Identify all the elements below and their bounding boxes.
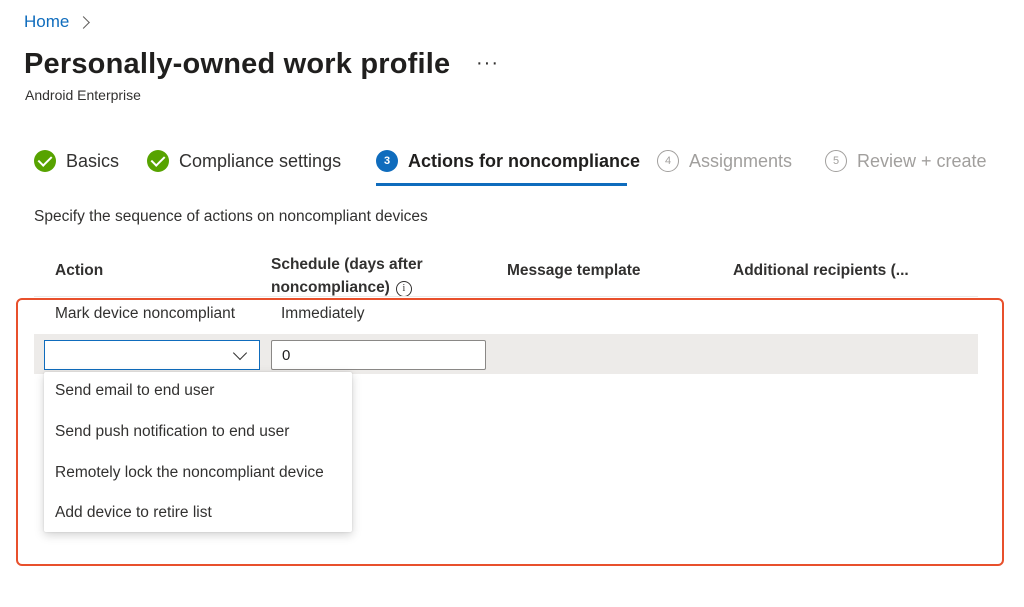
column-header-schedule: Schedule (days after noncompliance) i xyxy=(271,253,423,299)
checkmark-icon xyxy=(147,150,169,172)
step-number-badge: 5 xyxy=(825,150,847,172)
breadcrumb: Home xyxy=(24,12,91,32)
page-subtitle: Android Enterprise xyxy=(25,87,141,103)
step-number-badge: 3 xyxy=(376,150,398,172)
checkmark-icon xyxy=(34,150,56,172)
step-label: Basics xyxy=(66,150,120,171)
column-header-schedule-line1: Schedule (days after xyxy=(271,256,423,273)
step-actions-for-noncompliance[interactable]: 3 Actions for noncompliance xyxy=(376,150,640,172)
page-title: Personally-owned work profile xyxy=(24,48,451,80)
step-label: Actions for noncompliance xyxy=(408,150,641,171)
step-number-badge: 4 xyxy=(657,150,679,172)
step-assignments[interactable]: 4 Assignments xyxy=(657,150,792,172)
step-label: Assignments xyxy=(689,150,793,171)
more-options-button[interactable]: ··· xyxy=(476,52,499,75)
breadcrumb-home-link[interactable]: Home xyxy=(24,12,69,32)
step-review-create[interactable]: 5 Review + create xyxy=(825,150,987,172)
wizard-steps: Basics Compliance settings 3 Actions for… xyxy=(34,150,994,190)
info-icon[interactable]: i xyxy=(395,280,412,297)
step-label: Compliance settings xyxy=(179,150,342,171)
active-step-underline xyxy=(376,183,627,186)
header-divider xyxy=(34,296,978,297)
column-header-message-template: Message template xyxy=(507,262,641,279)
column-header-action: Action xyxy=(55,262,104,279)
highlight-annotation-box xyxy=(16,298,1004,566)
step-basics[interactable]: Basics xyxy=(34,150,119,172)
chevron-right-icon xyxy=(77,16,91,29)
step-label: Review + create xyxy=(857,150,987,171)
step-compliance-settings[interactable]: Compliance settings xyxy=(147,150,341,172)
section-description: Specify the sequence of actions on nonco… xyxy=(34,208,428,225)
column-header-additional-recipients: Additional recipients (... xyxy=(733,262,909,279)
